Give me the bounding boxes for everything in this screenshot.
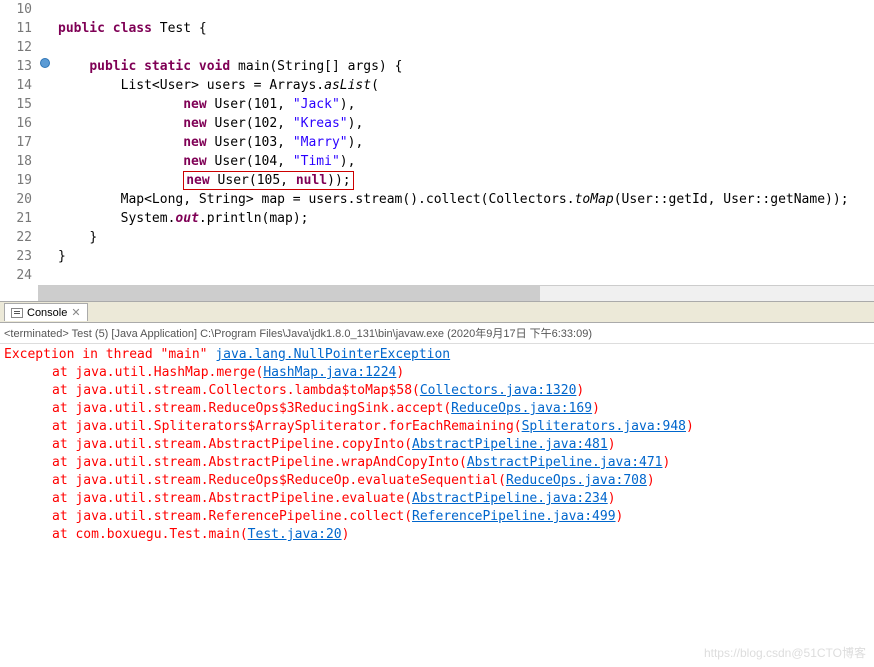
- line-number: 19: [0, 171, 32, 190]
- line-number: 20: [0, 190, 32, 209]
- line-number: 18: [0, 152, 32, 171]
- watermark: https://blog.csdn@51CTO博客: [704, 644, 866, 661]
- stack-frame: at java.util.stream.AbstractPipeline.wra…: [4, 454, 870, 472]
- console-icon: [11, 308, 23, 318]
- line-number: 14: [0, 76, 32, 95]
- stack-link[interactable]: ReduceOps.java:169: [451, 401, 592, 416]
- line-number-gutter: 10 11 12 13 14 15 16 17 18 19 20 21 22 2…: [0, 0, 38, 285]
- stack-frame: at java.util.HashMap.merge(HashMap.java:…: [4, 364, 870, 382]
- stack-link[interactable]: Collectors.java:1320: [420, 383, 577, 398]
- close-icon[interactable]: ✕: [71, 306, 80, 319]
- line-number: 17: [0, 133, 32, 152]
- stack-frame: at java.util.stream.ReferencePipeline.co…: [4, 508, 870, 526]
- stack-link[interactable]: Test.java:20: [248, 527, 342, 542]
- stack-link[interactable]: HashMap.java:1224: [263, 365, 396, 380]
- exception-link[interactable]: java.lang.NullPointerException: [215, 347, 450, 362]
- stack-link[interactable]: ReduceOps.java:708: [506, 473, 647, 488]
- highlighted-code: new User(105, null));: [183, 171, 353, 190]
- line-number: 15: [0, 95, 32, 114]
- scrollbar-thumb[interactable]: [38, 286, 540, 301]
- line-number: 21: [0, 209, 32, 228]
- line-number: 13: [0, 57, 32, 76]
- console-output[interactable]: Exception in thread "main" java.lang.Nul…: [0, 344, 874, 546]
- stack-link[interactable]: ReferencePipeline.java:499: [412, 509, 616, 524]
- code-area[interactable]: public class Test { public static void m…: [58, 0, 874, 285]
- line-number: 16: [0, 114, 32, 133]
- stack-link[interactable]: AbstractPipeline.java:234: [412, 491, 608, 506]
- line-number: 11: [0, 19, 32, 38]
- stack-frame: at java.util.stream.AbstractPipeline.eva…: [4, 490, 870, 508]
- console-tab-label: Console: [27, 307, 67, 319]
- stack-frame: at java.util.stream.ReduceOps$ReduceOp.e…: [4, 472, 870, 490]
- exception-header: Exception in thread "main" java.lang.Nul…: [4, 346, 870, 364]
- stack-link[interactable]: AbstractPipeline.java:471: [467, 455, 663, 470]
- line-number: 22: [0, 228, 32, 247]
- stack-frame: at java.util.stream.Collectors.lambda$to…: [4, 382, 870, 400]
- horizontal-scrollbar[interactable]: [38, 285, 874, 301]
- stack-link[interactable]: Spliterators.java:948: [522, 419, 686, 434]
- stack-frame: at java.util.stream.AbstractPipeline.cop…: [4, 436, 870, 454]
- line-number: 23: [0, 247, 32, 266]
- stack-frame: at com.boxuegu.Test.main(Test.java:20): [4, 526, 870, 544]
- line-number: 10: [0, 0, 32, 19]
- line-number: 12: [0, 38, 32, 57]
- stack-link[interactable]: AbstractPipeline.java:481: [412, 437, 608, 452]
- stack-frame: at java.util.stream.ReduceOps$3ReducingS…: [4, 400, 870, 418]
- line-number: 24: [0, 266, 32, 285]
- annotation-column: [38, 0, 58, 285]
- console-tab[interactable]: Console ✕: [4, 303, 88, 321]
- terminated-info: <terminated> Test (5) [Java Application]…: [0, 323, 874, 344]
- code-editor[interactable]: 10 11 12 13 14 15 16 17 18 19 20 21 22 2…: [0, 0, 874, 285]
- stack-frame: at java.util.Spliterators$ArraySpliterat…: [4, 418, 870, 436]
- run-marker-icon[interactable]: [40, 58, 50, 68]
- console-tabbar: Console ✕: [0, 301, 874, 323]
